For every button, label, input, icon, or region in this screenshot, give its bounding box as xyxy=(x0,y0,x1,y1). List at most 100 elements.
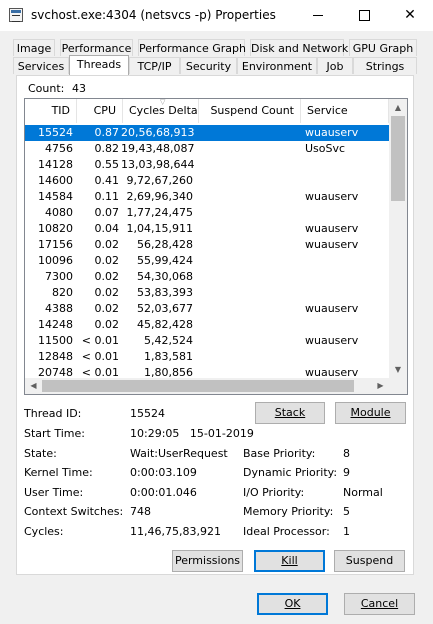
kill-button-label: Kill xyxy=(281,554,298,567)
thread-rows: 15524 0.87 20,56,68,913 wuauserv 4756 0.82 19,… xyxy=(25,125,389,394)
tab-environment[interactable]: Environment xyxy=(237,57,317,74)
cell-service: wuauserv xyxy=(305,302,359,315)
cell-cpu: < 0.01 xyxy=(81,334,119,347)
io-priority-label: I/O Priority: xyxy=(243,486,305,499)
ok-button[interactable]: OK xyxy=(257,593,328,615)
table-row[interactable]: 15524 0.87 20,56,68,913 wuauserv xyxy=(25,125,389,141)
threads-list[interactable]: TID CPU Cycles Delta ▽ Suspend Count Ser… xyxy=(24,98,408,395)
tab-gpu-graph[interactable]: GPU Graph xyxy=(349,39,417,56)
list-header: TID CPU Cycles Delta ▽ Suspend Count Ser… xyxy=(25,99,389,123)
cell-cycles: 45,82,428 xyxy=(137,318,193,331)
memory-priority-label: Memory Priority: xyxy=(243,505,334,518)
cell-cpu: < 0.01 xyxy=(81,350,119,363)
tab-disk-and-network[interactable]: Disk and Network xyxy=(250,39,348,56)
cell-cycles: 19,43,48,087 xyxy=(121,142,195,155)
table-row[interactable]: 4756 0.82 19,43,48,087 UsoSvc xyxy=(25,141,389,157)
cancel-button[interactable]: Cancel xyxy=(344,593,415,615)
cell-tid: 15524 xyxy=(38,126,73,139)
table-row[interactable]: 14600 0.41 9,72,67,260 xyxy=(25,173,389,189)
cell-cpu: 0.02 xyxy=(94,270,120,283)
table-row[interactable]: 4388 0.02 52,03,677 wuauserv xyxy=(25,301,389,317)
cycles-value: 11,46,75,83,921 xyxy=(130,525,221,538)
column-header-cpu[interactable]: CPU xyxy=(77,99,123,123)
cell-service xyxy=(305,173,387,189)
vertical-scrollbar[interactable]: ▲ ▼ xyxy=(389,99,407,378)
horizontal-scrollbar[interactable]: ◀ ▶ xyxy=(25,378,389,394)
suspend-button-label: Suspend xyxy=(345,554,394,567)
table-row[interactable]: 14128 0.55 13,03,98,644 xyxy=(25,157,389,173)
cell-cycles: 53,83,393 xyxy=(137,286,193,299)
cell-service xyxy=(305,205,387,221)
maximize-button[interactable] xyxy=(341,0,387,31)
context-switches-value: 748 xyxy=(130,505,151,518)
table-row[interactable]: 820 0.02 53,83,393 xyxy=(25,285,389,301)
io-priority-value: Normal xyxy=(343,486,383,499)
cell-cycles: 20,56,68,913 xyxy=(121,126,195,139)
cell-cpu: 0.04 xyxy=(94,222,120,235)
tab-threads[interactable]: Threads xyxy=(69,55,129,75)
close-button[interactable]: ✕ xyxy=(387,0,433,31)
stack-button[interactable]: Stack xyxy=(255,402,325,424)
dynamic-priority-label: Dynamic Priority: xyxy=(243,466,338,479)
table-row[interactable]: 14584 0.11 2,69,96,340 wuauserv xyxy=(25,189,389,205)
table-row[interactable]: 11500 < 0.01 5,42,524 wuauserv xyxy=(25,333,389,349)
module-button[interactable]: Module xyxy=(335,402,406,424)
tab-strings[interactable]: Strings xyxy=(353,57,417,74)
table-row[interactable]: 17156 0.02 56,28,428 wuauserv xyxy=(25,237,389,253)
cell-cycles: 1,77,24,475 xyxy=(126,206,193,219)
scroll-down-icon[interactable]: ▼ xyxy=(389,361,407,378)
memory-priority-value: 5 xyxy=(343,505,350,518)
tab-security[interactable]: Security xyxy=(180,57,237,74)
tab-services[interactable]: Services xyxy=(13,57,69,74)
minimize-button[interactable] xyxy=(295,0,341,31)
state-value: Wait:UserRequest xyxy=(130,447,228,460)
cell-service: UsoSvc xyxy=(305,142,346,155)
cell-tid: 4756 xyxy=(45,142,73,155)
vertical-scroll-thumb[interactable] xyxy=(391,116,405,201)
tab-tcpip[interactable]: TCP/IP xyxy=(129,57,180,74)
scroll-right-icon[interactable]: ▶ xyxy=(372,378,389,394)
table-row[interactable]: 10096 0.02 55,99,424 xyxy=(25,253,389,269)
cell-cpu: 0.02 xyxy=(94,286,120,299)
cell-cpu: 0.02 xyxy=(94,238,120,251)
horizontal-scroll-thumb[interactable] xyxy=(42,380,354,392)
cell-cycles: 2,69,96,340 xyxy=(126,190,193,203)
cell-service: wuauserv xyxy=(305,238,359,251)
table-row[interactable]: 4080 0.07 1,77,24,475 xyxy=(25,205,389,221)
cell-service xyxy=(305,269,387,285)
kill-button[interactable]: Kill xyxy=(254,550,325,572)
tab-performance-graph[interactable]: Performance Graph xyxy=(138,39,246,56)
window-title: svchost.exe:4304 (netsvcs -p) Properties xyxy=(31,8,276,22)
cell-suspend xyxy=(195,253,299,269)
tab-performance[interactable]: Performance xyxy=(60,39,133,56)
cell-cycles: 1,04,15,911 xyxy=(126,222,193,235)
cell-suspend xyxy=(195,157,299,173)
table-row[interactable]: 14248 0.02 45,82,428 xyxy=(25,317,389,333)
cell-tid: 17156 xyxy=(38,238,73,251)
tab-image[interactable]: Image xyxy=(13,39,55,56)
cancel-button-label: Cancel xyxy=(360,597,399,610)
cell-tid: 14584 xyxy=(38,190,73,203)
scroll-up-icon[interactable]: ▲ xyxy=(389,99,407,116)
column-header-suspend-count[interactable]: Suspend Count xyxy=(199,99,301,123)
cell-suspend xyxy=(195,333,299,349)
table-row[interactable]: 7300 0.02 54,30,068 xyxy=(25,269,389,285)
table-row[interactable]: 12848 < 0.01 1,83,581 xyxy=(25,349,389,365)
user-time-label: User Time: xyxy=(24,486,84,499)
cell-cycles: 13,03,98,644 xyxy=(121,158,195,171)
context-switches-label: Context Switches: xyxy=(24,505,124,518)
cell-suspend xyxy=(195,269,299,285)
cell-tid: 820 xyxy=(52,286,73,299)
cell-tid: 4080 xyxy=(45,206,73,219)
cell-service: wuauserv xyxy=(305,334,359,347)
app-icon xyxy=(9,8,23,22)
suspend-button[interactable]: Suspend xyxy=(334,550,405,572)
column-header-tid[interactable]: TID xyxy=(25,99,77,123)
column-header-service[interactable]: Service xyxy=(301,99,389,123)
table-row[interactable]: 10820 0.04 1,04,15,911 wuauserv xyxy=(25,221,389,237)
kernel-time-value: 0:00:03.109 xyxy=(130,466,197,479)
tab-job[interactable]: Job xyxy=(317,57,353,74)
scroll-left-icon[interactable]: ◀ xyxy=(25,378,42,394)
cell-cpu: 0.07 xyxy=(94,206,120,219)
permissions-button[interactable]: Permissions xyxy=(172,550,243,572)
